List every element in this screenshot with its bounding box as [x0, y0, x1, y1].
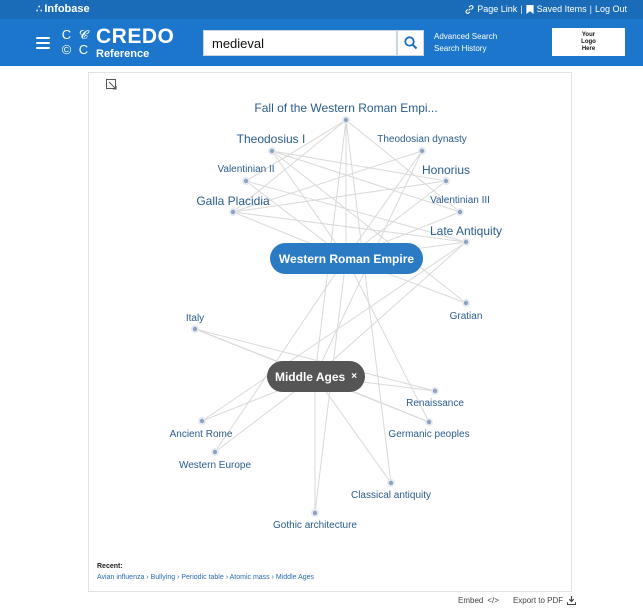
node-late-antiquity[interactable]: Late Antiquity	[430, 224, 502, 238]
menu-icon[interactable]	[36, 37, 50, 49]
node-galla-placidia[interactable]: Galla Placidia	[196, 194, 269, 208]
node-italy[interactable]: Italy	[186, 313, 204, 324]
footer-actions: Embed </> Export to PDF	[458, 596, 577, 605]
download-icon	[567, 596, 577, 605]
recent-item[interactable]: Middle Ages	[276, 574, 314, 581]
top-bar: ∴ Infobase Page Link | Saved Items | Log…	[0, 0, 643, 19]
institution-logo-placeholder: Your Logo Here	[552, 28, 625, 56]
search-input[interactable]	[203, 30, 397, 56]
hub-middle-ages[interactable]: Middle Ages ×	[267, 361, 365, 392]
search-icon	[403, 36, 417, 50]
separator: |	[520, 4, 523, 14]
recent-item[interactable]: Atomic mass	[230, 574, 270, 581]
search-links: Advanced Search Search History	[434, 31, 497, 55]
export-pdf-button[interactable]: Export to PDF	[512, 596, 577, 605]
recent-item[interactable]: Periodic table	[181, 574, 223, 581]
credo-logo[interactable]: CREDO Reference	[96, 25, 175, 61]
page-link[interactable]: Page Link	[477, 4, 517, 14]
node-gratian[interactable]: Gratian	[450, 311, 483, 322]
logo-line: Here	[581, 45, 596, 52]
recent-item[interactable]: Bullying	[151, 574, 176, 581]
bookmark-icon	[525, 4, 534, 14]
export-label: Export to PDF	[512, 596, 564, 605]
logo-sub: Reference	[96, 48, 150, 60]
node-theodosian-dynasty[interactable]: Theodosian dynasty	[377, 134, 467, 145]
close-icon[interactable]: ×	[351, 371, 357, 382]
node-ancient-rome[interactable]: Ancient Rome	[170, 429, 233, 440]
top-links: Page Link | Saved Items | Log Out	[465, 4, 627, 14]
node-fall-of-western-roman-empire[interactable]: Fall of the Western Roman Empi...	[254, 101, 437, 115]
expand-icon[interactable]	[106, 79, 118, 91]
infobase-brand[interactable]: ∴ Infobase	[36, 3, 90, 15]
node-germanic-peoples[interactable]: Germanic peoples	[388, 429, 469, 440]
recent-title: Recent:	[97, 563, 123, 570]
embed-label: Embed	[458, 596, 484, 605]
node-western-europe[interactable]: Western Europe	[179, 460, 251, 471]
recent-searches: Recent: Avian influenza › Bullying › Per…	[97, 563, 314, 581]
logo-line: Logo	[581, 38, 596, 45]
node-valentinian-ii[interactable]: Valentinian II	[217, 164, 274, 175]
logo-main: CREDO	[96, 25, 175, 48]
node-classical-antiquity[interactable]: Classical antiquity	[351, 490, 431, 501]
node-theodosius-i[interactable]: Theodosius I	[237, 132, 306, 146]
node-honorius[interactable]: Honorius	[422, 163, 470, 177]
hub-middle-ages-label: Middle Ages	[274, 369, 346, 384]
saved-items-link[interactable]: Saved Items	[537, 4, 587, 14]
separator: |	[589, 4, 592, 14]
node-valentinian-iii[interactable]: Valentinian III	[430, 195, 490, 206]
logo-line: Your	[581, 31, 596, 38]
recent-item[interactable]: Avian influenza	[97, 574, 144, 581]
node-renaissance[interactable]: Renaissance	[406, 398, 464, 409]
search-history-link[interactable]: Search History	[434, 43, 497, 55]
hub-western-roman-empire[interactable]: Western Roman Empire	[270, 243, 423, 274]
recent-trail: Avian influenza › Bullying › Periodic ta…	[97, 574, 315, 581]
mind-map-panel	[88, 72, 572, 592]
link-icon	[465, 4, 474, 14]
log-out-link[interactable]: Log Out	[595, 4, 627, 14]
infobase-logo-icon: ∴	[36, 3, 43, 15]
code-icon: </>	[487, 596, 499, 605]
search-button[interactable]	[397, 30, 424, 56]
embed-button[interactable]: Embed </>	[458, 596, 499, 605]
infobase-brand-label: Infobase	[44, 3, 90, 15]
node-gothic-architecture[interactable]: Gothic architecture	[273, 520, 357, 531]
advanced-search-link[interactable]: Advanced Search	[434, 31, 497, 43]
credo-logo-icon: C 𝓒 © C	[61, 27, 89, 57]
